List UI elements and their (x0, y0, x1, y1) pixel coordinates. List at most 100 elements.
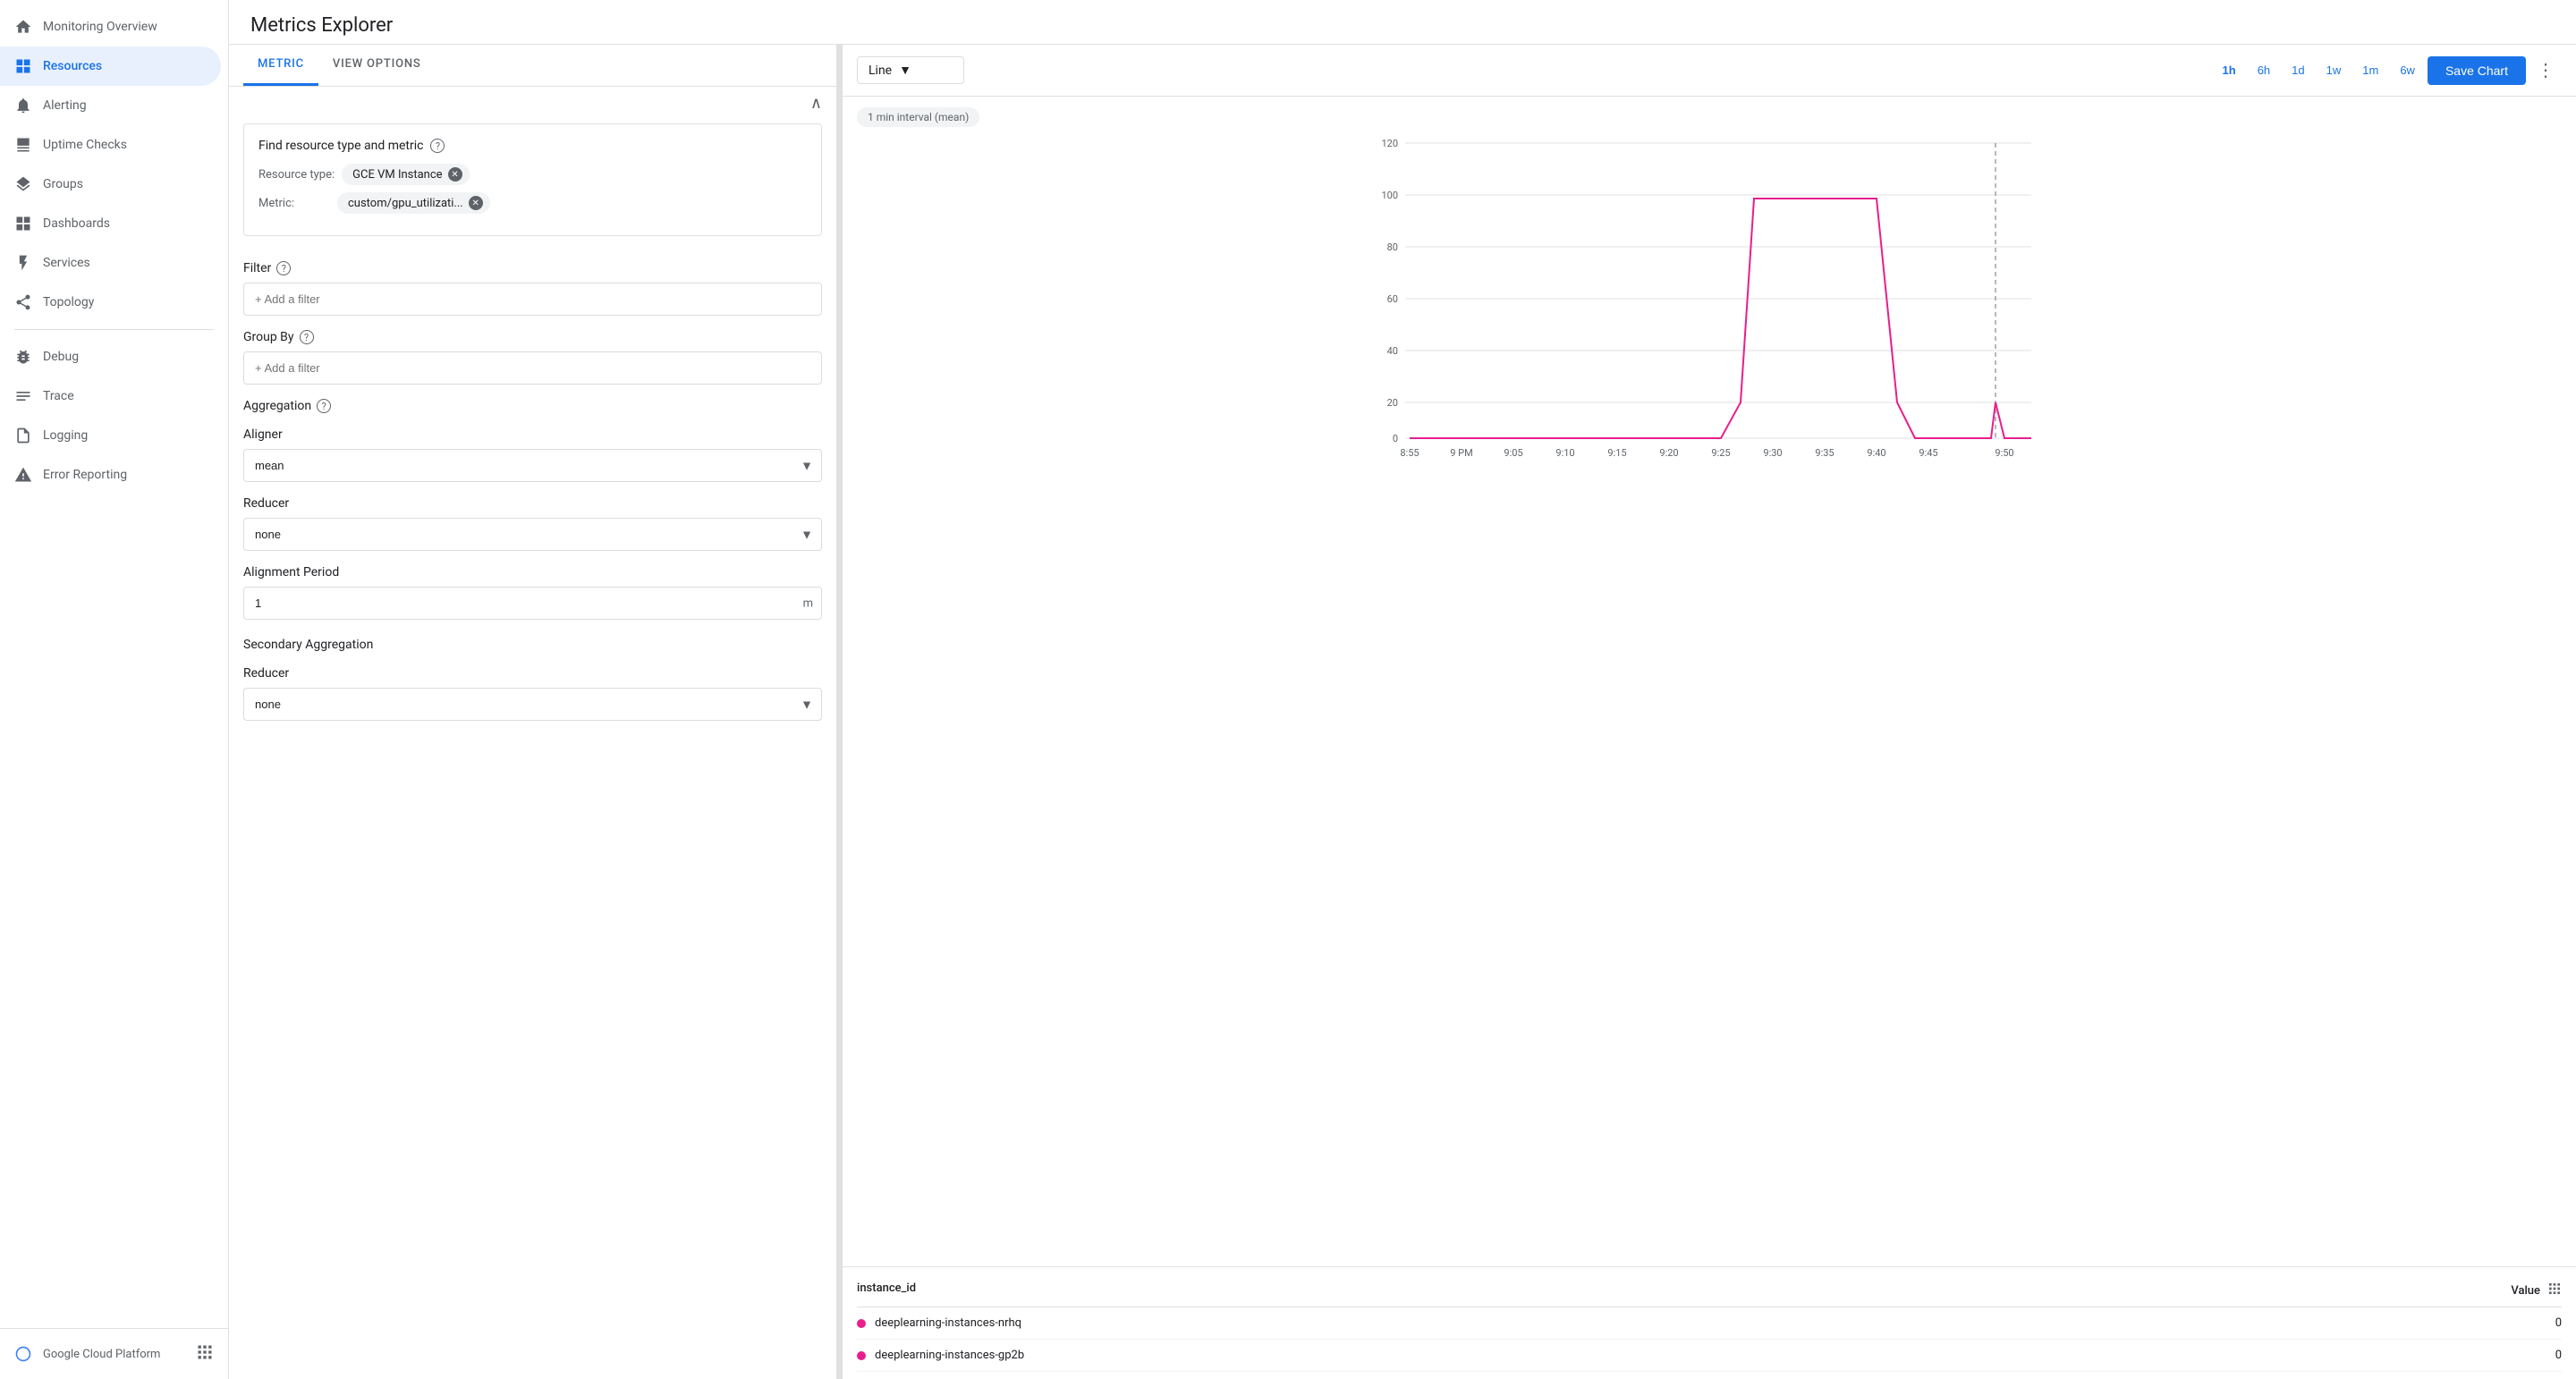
filter-input[interactable] (243, 283, 822, 316)
chart-type-label: Line (869, 63, 892, 78)
sidebar-item-groups[interactable]: Groups (0, 165, 221, 204)
alignment-period-wrapper: m (243, 587, 822, 620)
alignment-period-unit: m (803, 596, 813, 610)
legend-name-2: deeplearning-instances-gp2b (875, 1349, 2526, 1362)
secondary-reducer-select-wrapper: none ▼ (243, 688, 822, 721)
sidebar-item-label: Resources (43, 59, 102, 73)
time-btn-6w[interactable]: 6w (2391, 58, 2424, 82)
layers-icon (14, 175, 32, 193)
more-options-button[interactable]: ⋮ (2529, 55, 2562, 85)
lightning-icon (14, 254, 32, 272)
reducer-select-wrapper: none mean sum min max count ▼ (243, 518, 822, 551)
page-header: Metrics Explorer (229, 0, 2576, 45)
svg-text:40: 40 (1387, 345, 1398, 357)
sidebar-item-debug[interactable]: Debug (0, 337, 221, 376)
sidebar-item-logging[interactable]: Logging (0, 416, 221, 455)
filter-label: Filter ? (243, 261, 822, 275)
legend-row[interactable]: deeplearning-instances-gp2b 0 (857, 1340, 2562, 1372)
sidebar-item-topology[interactable]: Topology (0, 283, 221, 322)
reducer-select[interactable]: none mean sum min max count (243, 518, 822, 551)
grid-small-icon[interactable] (196, 1343, 214, 1365)
filter-help-icon[interactable]: ? (276, 261, 291, 275)
sidebar-item-dashboards[interactable]: Dashboards (0, 204, 221, 243)
legend-name-1: deeplearning-instances-nrhq (875, 1316, 2526, 1330)
sidebar-item-label: Trace (43, 389, 74, 403)
monitor-icon (14, 136, 32, 154)
sidebar-item-label: Alerting (43, 98, 87, 113)
legend-dot-1 (857, 1319, 866, 1328)
form-collapse-header: ∧ (229, 87, 836, 113)
legend-header: instance_id Value (857, 1274, 2562, 1307)
chart-type-selector[interactable]: Line ▼ (857, 56, 964, 84)
aligner-label: Aligner (243, 427, 822, 442)
sidebar-item-trace[interactable]: Trace (0, 376, 221, 416)
time-btn-1m[interactable]: 1m (2353, 58, 2387, 82)
svg-text:0: 0 (1393, 433, 1398, 444)
svg-text:9:50: 9:50 (1995, 447, 2013, 459)
sidebar-item-error-reporting[interactable]: Error Reporting (0, 455, 221, 495)
svg-text:9:40: 9:40 (1867, 447, 1885, 459)
svg-text:20: 20 (1387, 397, 1398, 409)
content-area: METRIC VIEW OPTIONS ∧ Find resource type… (229, 45, 2576, 1379)
svg-text:9:15: 9:15 (1607, 447, 1626, 459)
group-by-help-icon[interactable]: ? (300, 330, 314, 344)
sidebar-item-label: Topology (43, 295, 94, 309)
svg-text:9:45: 9:45 (1919, 447, 1937, 459)
metric-label: Metric: (258, 197, 330, 210)
time-btn-1h[interactable]: 1h (2214, 58, 2245, 82)
sidebar-item-label: Debug (43, 350, 79, 364)
alignment-period-input[interactable] (243, 587, 822, 620)
aggregation-help-icon[interactable]: ? (317, 399, 331, 413)
trace-icon (14, 387, 32, 405)
left-panel: METRIC VIEW OPTIONS ∧ Find resource type… (229, 45, 837, 1379)
metric-chip-close[interactable]: ✕ (469, 196, 483, 210)
aligner-select[interactable]: mean sum min max count none (243, 449, 822, 482)
sidebar-footer: Google Cloud Platform (0, 1328, 228, 1379)
metric-chip[interactable]: custom/gpu_utilizati... ✕ (337, 192, 490, 214)
resource-type-chip-close[interactable]: ✕ (448, 167, 462, 182)
aggregation-section: Aggregation ? Aligner mean sum min max c… (229, 385, 836, 721)
sidebar-divider-1 (14, 329, 214, 330)
time-btn-1d[interactable]: 1d (2283, 58, 2313, 82)
tab-metric[interactable]: METRIC (243, 45, 318, 86)
filter-section: Filter ? (229, 247, 836, 316)
svg-text:120: 120 (1381, 138, 1398, 149)
tabs-bar: METRIC VIEW OPTIONS (229, 45, 836, 87)
bug-icon (14, 348, 32, 366)
secondary-reducer-select[interactable]: none (243, 688, 822, 721)
resource-type-label: Resource type: (258, 168, 335, 182)
find-resource-help-icon[interactable]: ? (430, 139, 445, 153)
sidebar-item-services[interactable]: Services (0, 243, 221, 283)
grid-icon (14, 57, 32, 75)
secondary-aggregation-label: Secondary Aggregation (243, 638, 822, 652)
find-resource-title: Find resource type and metric ? (258, 139, 807, 153)
sidebar-item-uptime-checks[interactable]: Uptime Checks (0, 125, 221, 165)
save-chart-button[interactable]: Save Chart (2428, 56, 2526, 85)
sidebar-item-label: Monitoring Overview (43, 20, 157, 34)
tab-view-options[interactable]: VIEW OPTIONS (318, 45, 436, 86)
aggregation-label: Aggregation ? (243, 399, 822, 413)
svg-text:9:25: 9:25 (1711, 447, 1730, 459)
sidebar-item-monitoring-overview[interactable]: Monitoring Overview (0, 7, 221, 47)
logging-icon (14, 427, 32, 444)
group-by-input[interactable] (243, 351, 822, 385)
legend-columns-icon[interactable] (2547, 1282, 2562, 1299)
warning-icon (14, 466, 32, 484)
sidebar-item-label: Logging (43, 428, 88, 443)
dashboard-icon (14, 215, 32, 233)
collapse-button[interactable]: ∧ (810, 94, 822, 113)
sidebar-item-label: Uptime Checks (43, 138, 127, 152)
time-btn-6h[interactable]: 6h (2249, 58, 2279, 82)
chart-toolbar: Line ▼ 1h 6h 1d 1w 1m 6w Save Chart ⋮ (843, 45, 2576, 97)
legend-dot-2 (857, 1351, 866, 1360)
time-btn-1w[interactable]: 1w (2318, 58, 2351, 82)
sidebar-item-resources[interactable]: Resources (0, 47, 221, 86)
sidebar-item-alerting[interactable]: Alerting (0, 86, 221, 125)
svg-text:9:10: 9:10 (1555, 447, 1574, 459)
legend-row[interactable]: deeplearning-instances-nrhq 0 (857, 1307, 2562, 1340)
resource-type-chip[interactable]: GCE VM Instance ✕ (342, 164, 469, 185)
sidebar: Monitoring Overview Resources Alerting U… (0, 0, 229, 1379)
chart-svg-container: 0 20 40 60 80 100 120 8:55 9 PM 9:05 9:1… (857, 134, 2562, 469)
sidebar-item-label: Error Reporting (43, 468, 127, 482)
svg-text:60: 60 (1387, 293, 1398, 305)
